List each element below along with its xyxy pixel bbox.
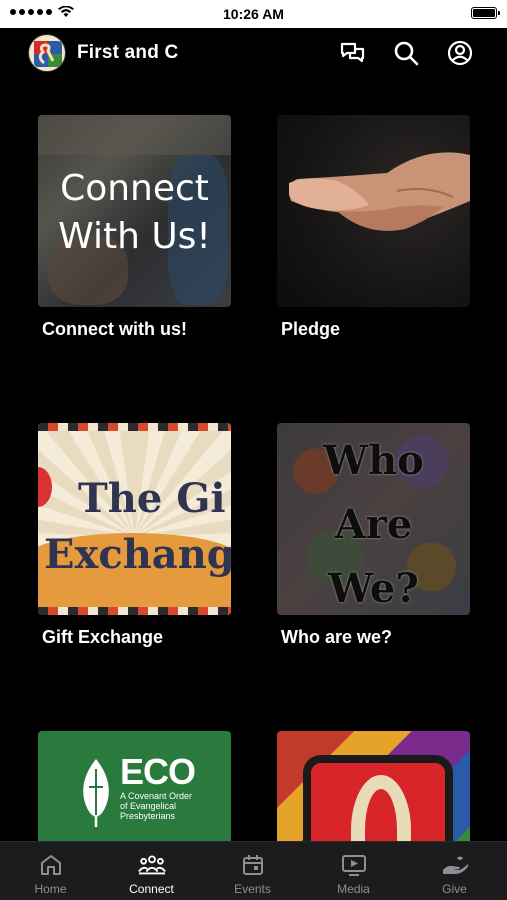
bottom-tab-bar: Home Connect Events Media Give [0, 841, 507, 900]
app-header: First and C [0, 28, 507, 78]
card-label-connect[interactable]: Connect with us! [42, 319, 187, 340]
eco-wordmark: ECO [120, 751, 196, 792]
card-label-pledge[interactable]: Pledge [281, 319, 340, 340]
tab-give[interactable]: Give [404, 842, 505, 900]
card-connect[interactable]: Connect With Us! Connect with us! [38, 115, 231, 339]
tab-label-media: Media [337, 882, 370, 896]
card-gift-exchange[interactable]: The Gi Exchang Gift Exchange [38, 423, 231, 647]
who-thumb-text: Who Are We? [323, 437, 424, 612]
tab-media[interactable]: Media [303, 842, 404, 900]
status-time: 10:26 AM [223, 6, 284, 22]
card-who-are-we[interactable]: Who Are We? Who are we? [277, 423, 470, 647]
eco-subtitle: A Covenant Order of Evangelical Presbyte… [120, 791, 193, 821]
tab-events[interactable]: Events [202, 842, 303, 900]
connect-thumb-text: Connect With Us! [58, 168, 211, 257]
give-icon [441, 852, 469, 878]
church-logo[interactable] [28, 34, 66, 72]
home-icon [37, 852, 65, 878]
open-hands-image [289, 152, 470, 231]
tab-label-events: Events [234, 882, 271, 896]
battery-icon [471, 7, 500, 19]
who-are-we-thumbnail[interactable]: Who Are We? [277, 423, 470, 615]
search-icon[interactable] [393, 40, 419, 66]
connect-thumbnail[interactable]: Connect With Us! [38, 115, 231, 307]
pledge-thumbnail[interactable] [277, 115, 470, 307]
tab-label-home: Home [34, 882, 67, 896]
card-label-gift-exchange[interactable]: Gift Exchange [42, 627, 163, 648]
status-bar: 10:26 AM [0, 0, 507, 28]
gift-exchange-thumbnail[interactable]: The Gi Exchang [38, 423, 231, 615]
media-icon [340, 852, 368, 878]
card-pledge[interactable]: Pledge [277, 115, 470, 339]
tab-connect[interactable]: Connect [101, 842, 202, 900]
tab-label-connect: Connect [129, 882, 174, 896]
app-title: First and C [77, 42, 179, 63]
card-label-who-are-we[interactable]: Who are we? [281, 627, 392, 648]
leaf-icon [83, 759, 109, 827]
people-icon [137, 852, 166, 878]
ampersand-logo-icon [34, 41, 62, 67]
profile-icon[interactable] [447, 40, 473, 66]
tab-home[interactable]: Home [0, 842, 101, 900]
tab-label-give: Give [442, 882, 467, 896]
calendar-icon [239, 852, 267, 878]
chat-icon[interactable] [340, 40, 366, 66]
